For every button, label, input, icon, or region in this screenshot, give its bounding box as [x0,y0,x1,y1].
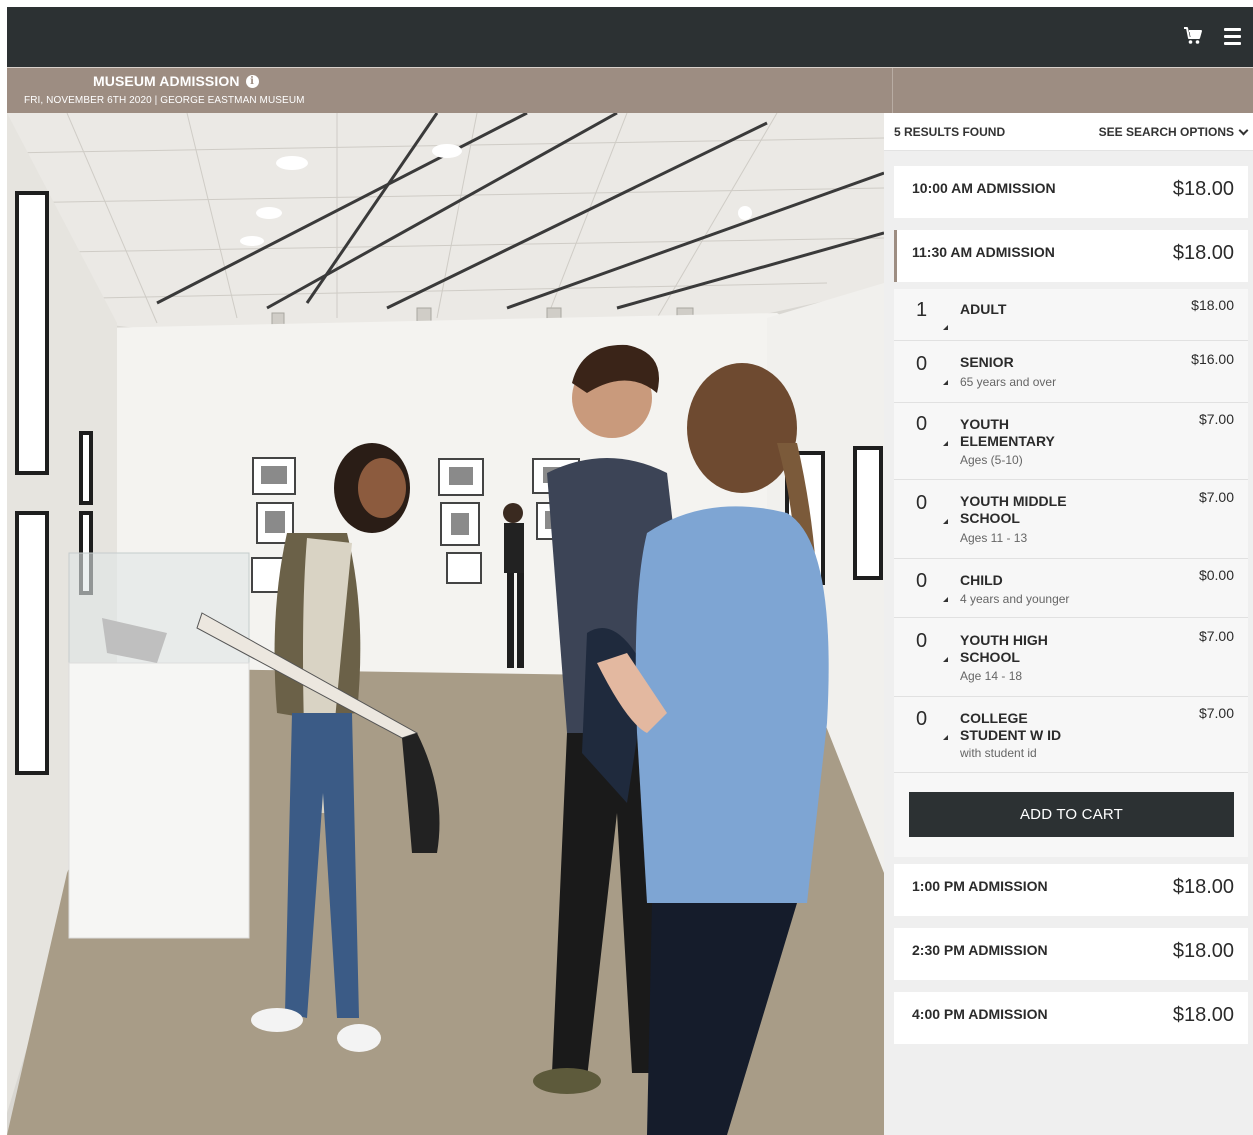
quantity-selector[interactable]: 1 [916,299,927,322]
slot-price: $18.00 [1172,876,1234,898]
see-search-options-link[interactable]: SEE SEARCH OPTIONS [1098,125,1249,139]
slot-price: $18.00 [1172,1004,1234,1026]
ticket-price: $18.00 [1191,297,1234,313]
ticket-description: Ages 11 - 13 [960,531,1028,545]
slot-label: 1:00 PM ADMISSION [912,878,1048,894]
time-slot-1130am[interactable]: 11:30 AM ADMISSION $18.00 [894,230,1248,282]
time-slot-1000am[interactable]: 10:00 AM ADMISSION $18.00 [894,166,1248,218]
event-subtitle: FRI, NOVEMBER 6TH 2020 | GEORGE EASTMAN … [24,95,305,106]
dropdown-arrow-icon[interactable] [943,380,948,385]
ticket-price: $7.00 [1198,489,1234,505]
slot-label: 10:00 AM ADMISSION [912,180,1056,196]
slot-price: $18.00 [1172,178,1234,200]
ticket-name: YOUTH ELEMENTARY [960,416,1055,449]
ticket-description: Age 14 - 18 [960,669,1023,683]
time-slot-100pm[interactable]: 1:00 PM ADMISSION $18.00 [894,864,1248,916]
ticket-name: SENIOR [960,354,1014,370]
ticket-name: COLLEGE STUDENT W ID [960,710,1062,743]
dropdown-arrow-icon[interactable] [943,657,948,662]
ticket-price: $7.00 [1198,411,1234,427]
event-title-row: MUSEUM ADMISSION i [93,73,259,89]
header-divider [892,68,893,114]
shopping-cart-icon[interactable] [1183,26,1203,46]
menu-bar [1224,28,1241,31]
results-bar: 5 RESULTS FOUND SEE SEARCH OPTIONS [884,113,1253,151]
page-frame: MUSEUM ADMISSION i FRI, NOVEMBER 6TH 202… [7,7,1253,1135]
slot-price: $18.00 [1172,940,1234,962]
event-header: MUSEUM ADMISSION i FRI, NOVEMBER 6TH 202… [7,67,1253,114]
chevron-down-icon [1238,125,1249,135]
ticket-description: with student id [960,746,1037,760]
quantity-selector[interactable]: 0 [916,353,927,376]
ticket-name: ADULT [960,301,1007,317]
results-count: 5 RESULTS FOUND [894,125,1006,139]
slot-label: 4:00 PM ADMISSION [912,1006,1048,1022]
add-to-cart-button[interactable]: ADD TO CART [909,792,1234,837]
dropdown-arrow-icon[interactable] [943,597,948,602]
ticket-name: YOUTH MIDDLE SCHOOL [960,493,1067,526]
time-slot-230pm[interactable]: 2:30 PM ADMISSION $18.00 [894,928,1248,980]
time-slot-400pm[interactable]: 4:00 PM ADMISSION $18.00 [894,992,1248,1044]
ticket-price: $16.00 [1191,351,1234,367]
ticket-price: $7.00 [1198,628,1234,644]
quantity-selector[interactable]: 0 [916,630,927,653]
dropdown-arrow-icon[interactable] [943,735,948,740]
ticket-name: CHILD [960,572,1003,588]
slot-label: 11:30 AM ADMISSION [912,244,1055,260]
booking-panel: 5 RESULTS FOUND SEE SEARCH OPTIONS 10:00… [884,113,1253,1135]
slot-label: 2:30 PM ADMISSION [912,942,1048,958]
quantity-selector[interactable]: 0 [916,492,927,515]
ticket-row-youth-elementary: 0 YOUTH ELEMENTARY Ages (5-10) $7.00 [894,403,1248,480]
ticket-name: YOUTH HIGH SCHOOL [960,632,1048,665]
dropdown-arrow-icon[interactable] [943,325,948,330]
dropdown-arrow-icon[interactable] [943,519,948,524]
ticket-description: Ages (5-10) [960,453,1023,467]
ticket-type-list: 1 ADULT $18.00 0 SENIOR 65 years and ove… [894,289,1248,773]
ticket-row-youth-high-school: 0 YOUTH HIGH SCHOOL Age 14 - 18 $7.00 [894,618,1248,697]
ticket-row-college-student: 0 COLLEGE STUDENT W ID with student id $… [894,697,1248,773]
info-icon[interactable]: i [245,74,259,88]
ticket-row-senior: 0 SENIOR 65 years and over $16.00 [894,341,1248,403]
quantity-selector[interactable]: 0 [916,570,927,593]
ticket-row-youth-middle-school: 0 YOUTH MIDDLE SCHOOL Ages 11 - 13 $7.00 [894,480,1248,559]
ticket-price: $0.00 [1198,567,1234,583]
gallery-photo-illustration [7,113,884,1135]
ticket-row-adult: 1 ADULT $18.00 [894,289,1248,341]
quantity-selector[interactable]: 0 [916,413,927,436]
slot-price: $18.00 [1172,242,1234,264]
hamburger-menu-icon[interactable] [1224,28,1241,46]
ticket-row-child: 0 CHILD 4 years and younger $0.00 [894,559,1248,618]
menu-bar [1224,35,1241,38]
ticket-description: 4 years and younger [960,592,1070,606]
event-title: MUSEUM ADMISSION [93,73,240,89]
gallery-photo [7,113,884,1135]
ticket-price: $7.00 [1198,705,1234,721]
search-options-label: SEE SEARCH OPTIONS [1098,125,1234,139]
quantity-selector[interactable]: 0 [916,708,927,731]
dropdown-arrow-icon[interactable] [943,441,948,446]
menu-bar [1224,42,1241,45]
top-nav-bar [7,7,1253,67]
ticket-description: 65 years and over [960,375,1057,389]
add-to-cart-area: ADD TO CART [894,773,1248,857]
